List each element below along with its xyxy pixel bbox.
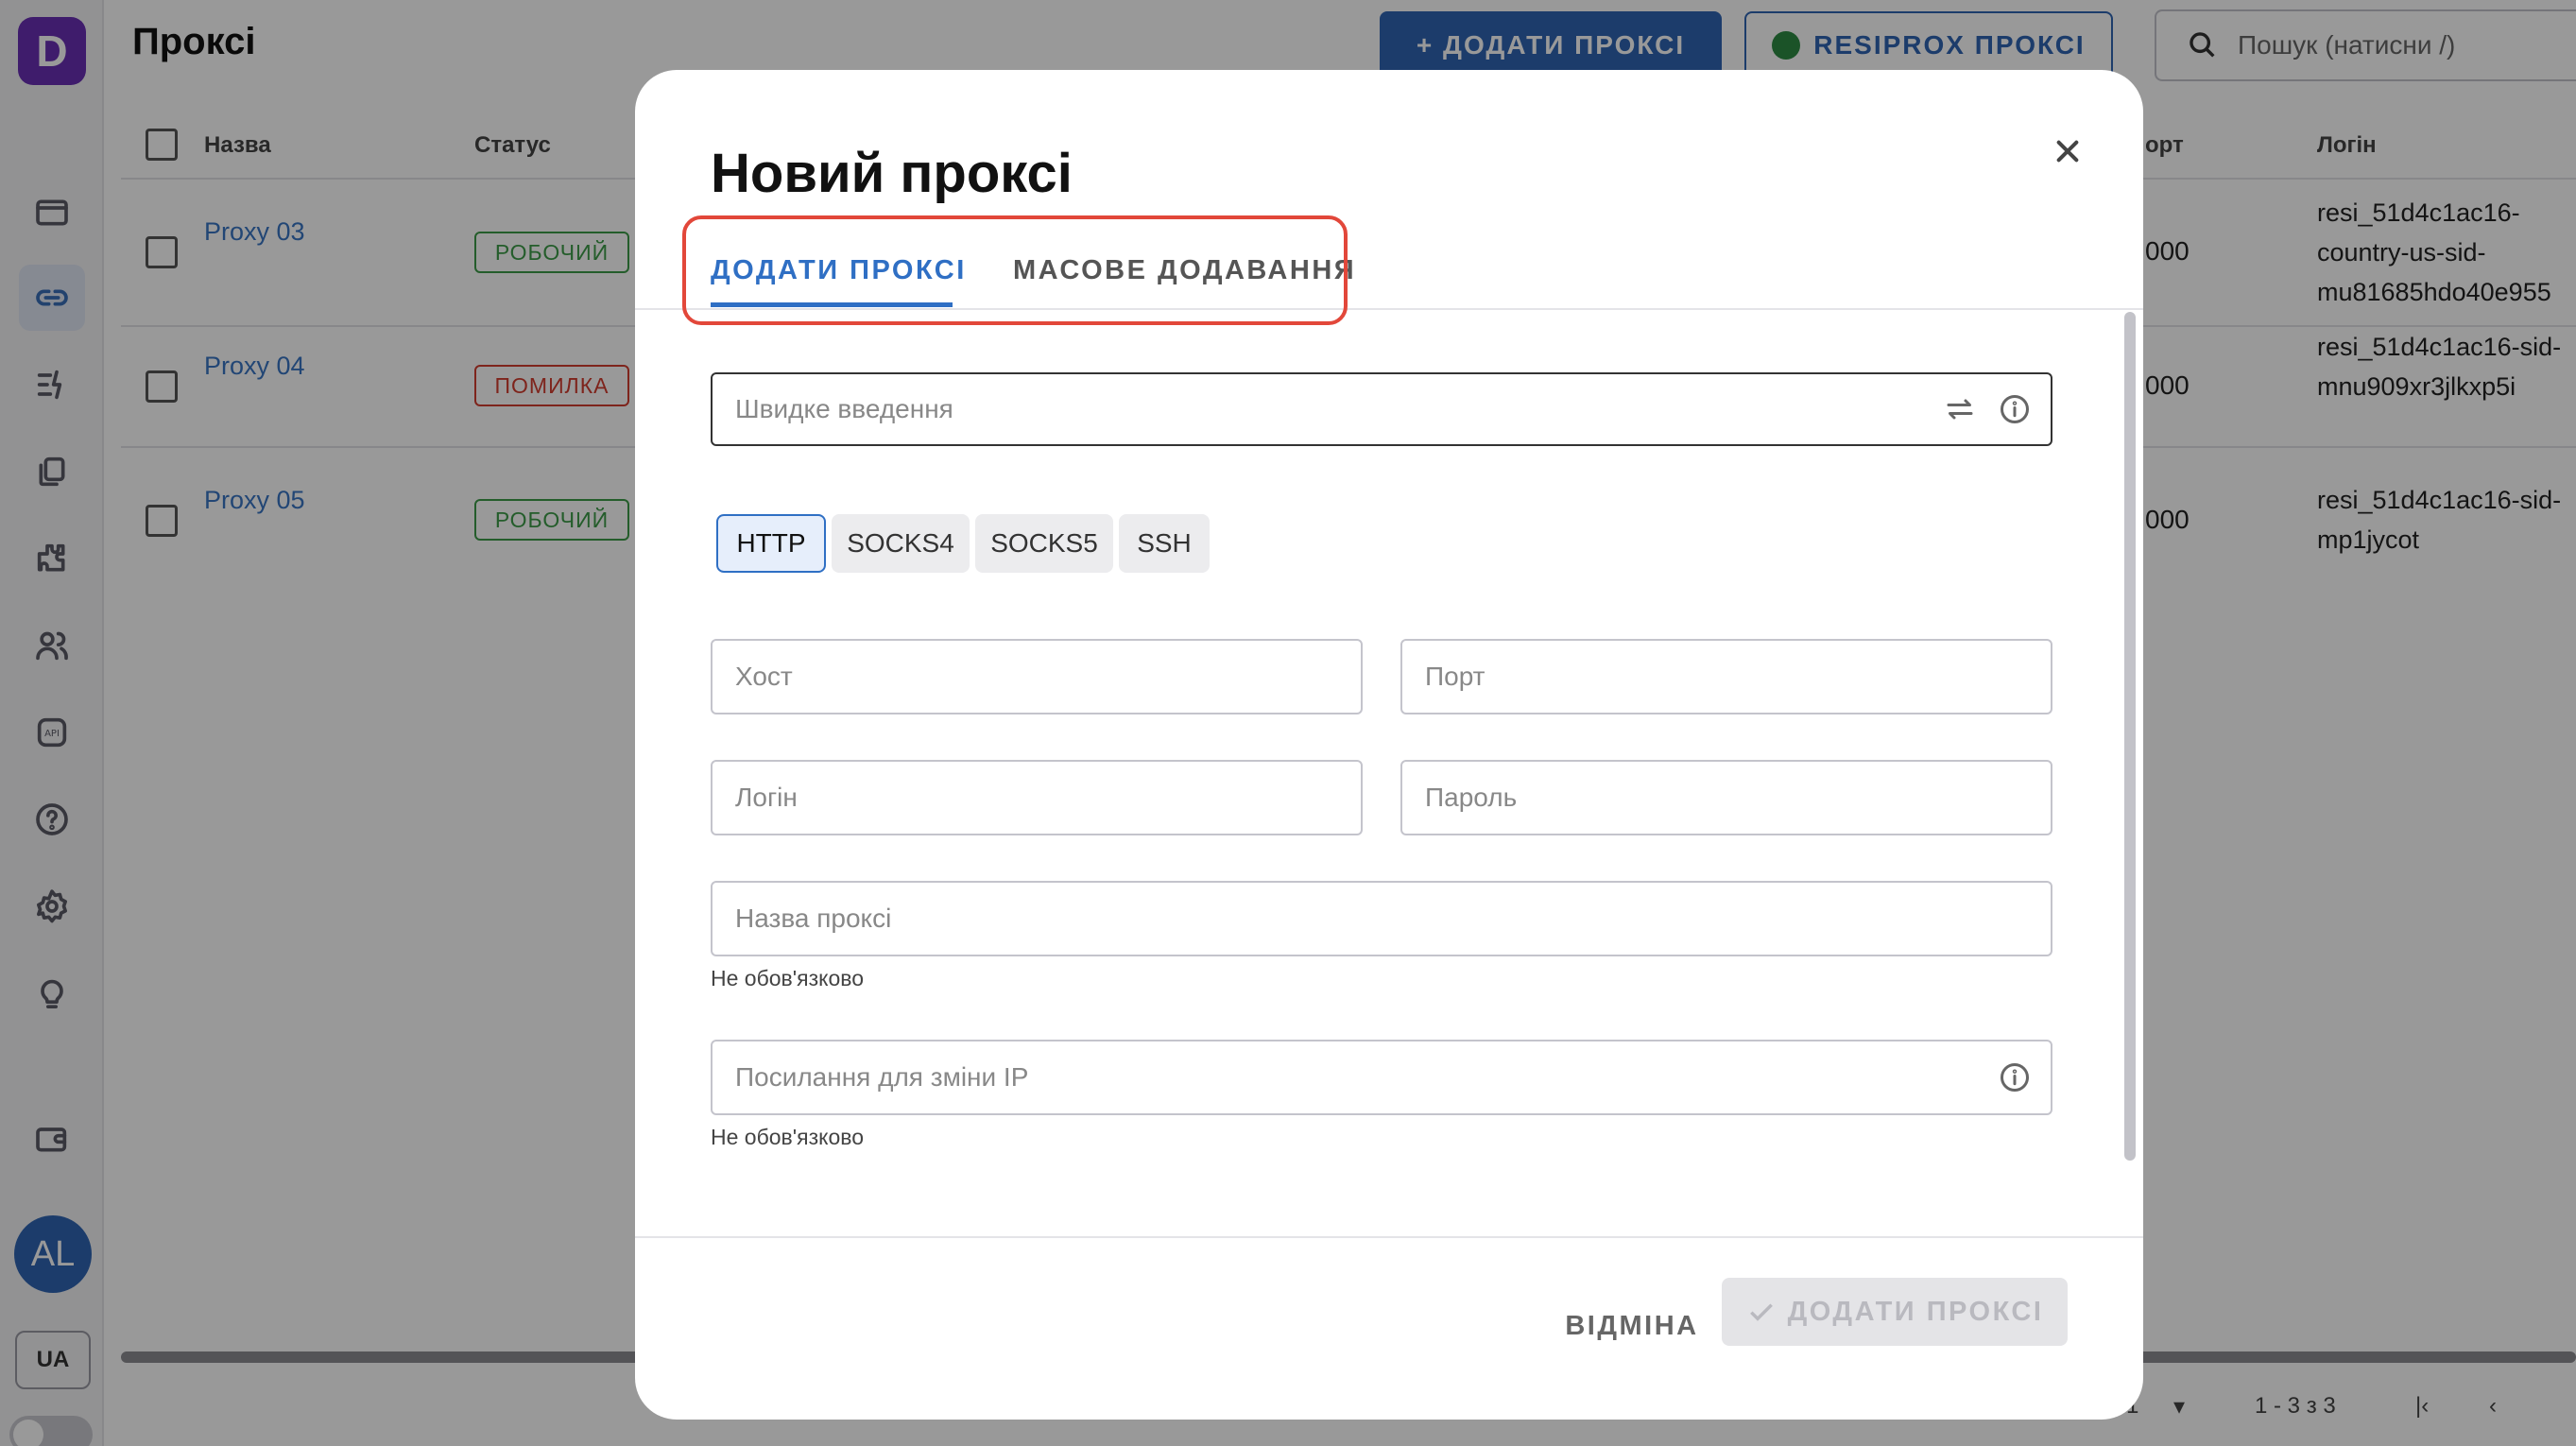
- login-placeholder: Логін: [735, 783, 798, 812]
- password-placeholder: Пароль: [1425, 783, 1518, 812]
- submit-add-proxy-button[interactable]: ДОДАТИ ПРОКСІ: [1722, 1278, 2068, 1346]
- port-placeholder: Порт: [1425, 662, 1485, 691]
- quick-input-field[interactable]: Швидке введення: [711, 372, 2052, 446]
- check-icon: [1749, 1303, 1773, 1321]
- proxy-name-helper-text: Не обов'язково: [711, 966, 865, 990]
- protocol-chip-http[interactable]: HTTP: [716, 514, 826, 573]
- protocol-chip-socks4[interactable]: SOCKS4: [832, 514, 970, 573]
- info-icon[interactable]: [1998, 1060, 2032, 1094]
- change-ip-helper-text: Не обов'язково: [711, 1125, 865, 1149]
- info-icon[interactable]: [1998, 392, 2032, 426]
- close-button[interactable]: [2043, 127, 2092, 176]
- quick-input-placeholder: Швидке введення: [735, 394, 953, 423]
- swap-icon[interactable]: [1943, 392, 1977, 426]
- proxy-name-placeholder: Назва проксі: [735, 904, 892, 933]
- dialog-scrollbar[interactable]: [2124, 312, 2136, 1161]
- cancel-button[interactable]: ВІДМІНА: [1533, 1295, 1731, 1357]
- tabs-highlight-annotation: [682, 215, 1348, 325]
- dialog-footer-divider: [635, 1236, 2143, 1238]
- close-icon: [2056, 140, 2079, 163]
- new-proxy-dialog: Новий проксі ДОДАТИ ПРОКСІ МАСОВЕ ДОДАВА…: [635, 70, 2143, 1420]
- proxy-name-field[interactable]: Назва проксі: [711, 881, 2052, 956]
- dialog-title: Новий проксі: [711, 143, 1073, 204]
- login-field[interactable]: Логін: [711, 760, 1363, 835]
- change-ip-link-placeholder: Посилання для зміни IP: [735, 1062, 1029, 1092]
- password-field[interactable]: Пароль: [1400, 760, 2052, 835]
- protocol-chip-ssh[interactable]: SSH: [1119, 514, 1210, 573]
- host-placeholder: Хост: [735, 662, 793, 691]
- quick-input-icons: [1943, 374, 2032, 444]
- submit-button-label: ДОДАТИ ПРОКСІ: [1787, 1296, 2044, 1327]
- port-field[interactable]: Порт: [1400, 639, 2052, 714]
- change-ip-link-field[interactable]: Посилання для зміни IP: [711, 1040, 2052, 1115]
- host-field[interactable]: Хост: [711, 639, 1363, 714]
- protocol-chip-socks5[interactable]: SOCKS5: [975, 514, 1113, 573]
- change-ip-icons: [1998, 1041, 2032, 1113]
